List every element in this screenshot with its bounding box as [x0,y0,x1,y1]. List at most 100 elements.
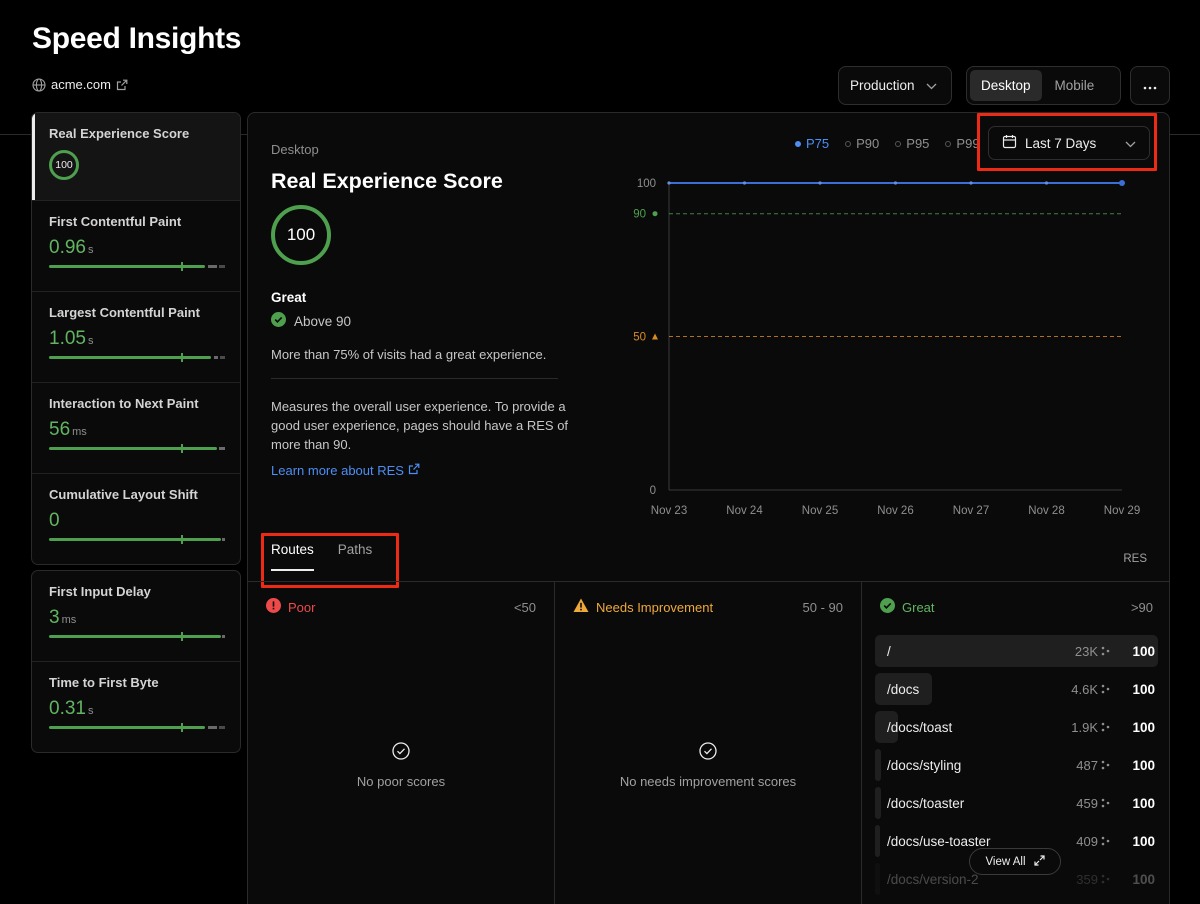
metric-first-contentful-paint[interactable]: First Contentful Paint 0.96 s [32,201,240,292]
metric-distribution-bar [49,723,225,732]
visits-icon [1101,720,1110,735]
route-score: 100 [1132,643,1155,659]
route-visit-count: 359 [1076,872,1110,887]
warning-icon [573,598,589,616]
breakdown-tabs: Routes Paths [271,542,372,571]
data-point [893,181,898,185]
metric-distribution-bar [49,353,225,362]
route-path: /docs/use-toaster [887,833,991,849]
route-row[interactable]: /docs 4.6K 100 [875,673,1158,705]
metric-value: 0.96 s [49,237,94,258]
metric-distribution-bar [49,444,225,453]
route-path: /docs [887,681,920,697]
metric-label: Time to First Byte [49,675,159,690]
bucket-poor: Poor <50 No poor scores [248,582,555,904]
environment-select[interactable]: Production [838,66,952,105]
metric-value: 1.05 s [49,328,94,349]
threshold-marker [652,333,658,340]
route-score: 100 [1132,795,1155,811]
alert-circle-icon [266,598,281,616]
y-tick-label: 0 [650,485,656,497]
visits-summary: More than 75% of visits had a great expe… [271,347,547,362]
view-all-button[interactable]: View All [969,848,1061,875]
check-circle-icon [271,312,286,330]
check-circle-outline-icon [699,742,717,763]
ellipsis-icon [1143,77,1157,95]
metric-real-experience-score[interactable]: Real Experience Score 100 [32,113,240,201]
rating-label: Great [271,290,307,305]
metric-description: Measures the overall user experience. To… [271,399,569,452]
route-score: 100 [1132,757,1155,773]
percentile-selector: P75 P90 P95 P99 [795,136,980,151]
percentile-p90[interactable]: P90 [845,136,879,151]
percentile-p95[interactable]: P95 [895,136,929,151]
date-range-select[interactable]: Last 7 Days [988,126,1150,160]
score-ring: 100 [49,150,79,180]
more-options-button[interactable] [1130,66,1170,105]
metric-first-input-delay[interactable]: First Input Delay 3 ms [32,571,240,662]
x-tick-label: Nov 28 [1028,505,1064,517]
route-path: /docs/styling [887,757,962,773]
other-metrics-list: First Input Delay 3 ms Time to First Byte… [31,570,241,753]
metric-distribution-bar [49,632,225,641]
metric-interaction-to-next-paint[interactable]: Interaction to Next Paint 56 ms [32,383,240,474]
bucket-range: >90 [1130,599,1153,615]
percentile-p99[interactable]: P99 [945,136,980,151]
detail-title: Real Experience Score [271,169,503,193]
data-point [1044,181,1049,185]
expand-icon [1033,854,1045,869]
device-option-mobile[interactable]: Mobile [1044,70,1106,101]
metric-label: Real Experience Score [49,126,190,141]
x-tick-label: Nov 29 [1104,505,1140,517]
metric-cumulative-layout-shift[interactable]: Cumulative Layout Shift 0 [32,474,240,564]
route-path: /docs/toast [887,719,953,735]
bucket-name: Needs Improvement [596,599,714,615]
percentile-p75[interactable]: P75 [795,136,829,151]
bucket-range: 50 - 90 [802,599,843,615]
metric-time-to-first-byte[interactable]: Time to First Byte 0.31 s [32,662,240,752]
route-row[interactable]: /docs/toast 1.9K 100 [875,711,1158,743]
metric-largest-contentful-paint[interactable]: Largest Contentful Paint 1.05 s [32,292,240,383]
metric-value: 3 ms [49,607,77,628]
route-score: 100 [1132,681,1155,697]
metric-distribution-bar [49,535,225,544]
bucket-needs-improvement: Needs Improvement 50 - 90 No needs impro… [555,582,862,904]
route-path: / [887,643,891,659]
metric-detail-panel: Desktop Real Experience Score 100 Great … [247,112,1170,904]
data-point [667,181,671,185]
route-row[interactable]: /docs/toaster 459 100 [875,787,1158,819]
visits-icon [1101,644,1110,659]
device-option-desktop[interactable]: Desktop [970,70,1042,101]
threshold-label: 90 [633,209,646,221]
route-visit-count: 23K [1075,644,1110,659]
learn-more-link[interactable]: Learn more about RES [271,463,420,478]
bucket-range: <50 [513,599,536,615]
x-tick-label: Nov 25 [802,505,838,517]
tab-routes[interactable]: Routes [271,542,314,571]
threshold-marker [652,211,658,217]
visits-icon [1101,682,1110,697]
device-caption: Desktop [271,142,319,157]
x-tick-label: Nov 24 [726,505,763,517]
environment-label: Production [850,78,915,93]
data-point [1119,180,1125,186]
route-row[interactable]: / 23K 100 [875,635,1158,667]
empty-state: No needs improvement scores [555,742,861,789]
route-visit-count: 1.9K [1071,720,1110,735]
y-tick-label: 100 [637,178,656,190]
threshold-label: 50 [633,332,646,344]
date-range-label: Last 7 Days [1025,135,1097,151]
route-row[interactable]: /docs/styling 487 100 [875,749,1158,781]
x-tick-label: Nov 26 [877,505,913,517]
score-ring: 100 [271,205,331,265]
data-point [742,181,747,185]
tab-paths[interactable]: Paths [338,542,373,571]
divider [271,378,558,379]
visits-icon [1101,758,1110,773]
metric-value: 0.31 s [49,698,94,719]
metric-label: Cumulative Layout Shift [49,487,198,502]
site-link[interactable]: acme.com [32,77,128,92]
visits-icon [1101,834,1110,849]
metric-label: Largest Contentful Paint [49,305,200,320]
external-link-icon [408,463,420,478]
